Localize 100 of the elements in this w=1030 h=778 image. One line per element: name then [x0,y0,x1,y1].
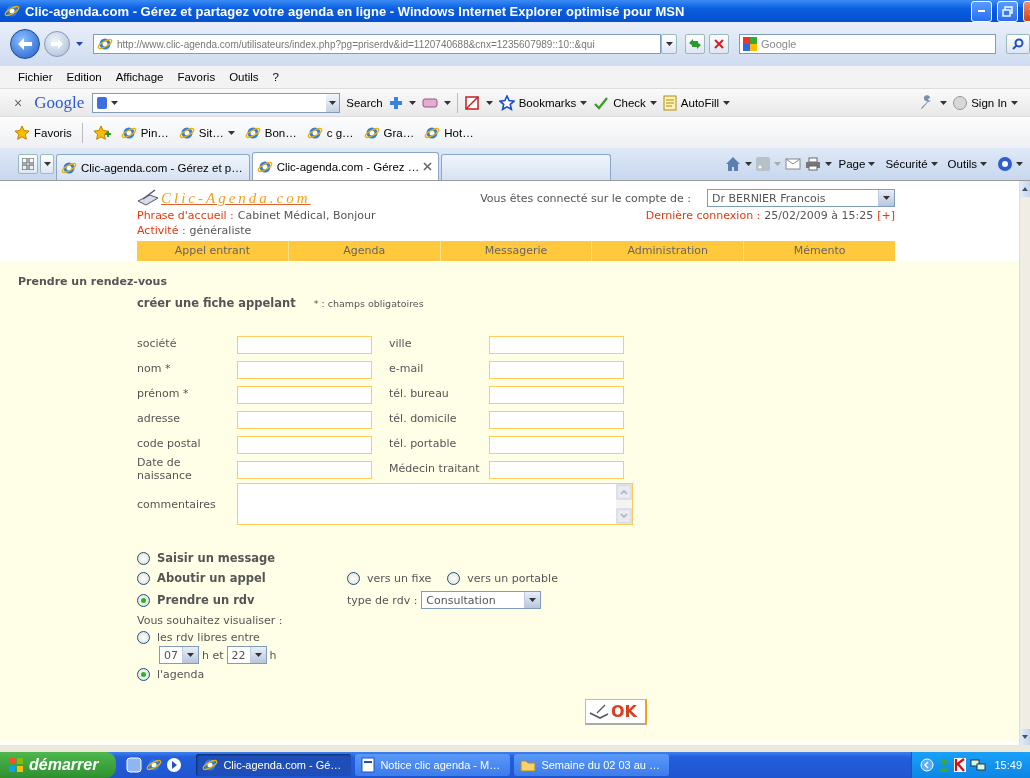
forward-button[interactable] [44,31,70,57]
appointment-type-select[interactable]: Consultation [421,591,542,609]
form-icon [662,94,677,111]
field-label: nom * [137,363,172,376]
favorite-link[interactable]: Bon… [244,124,297,141]
hour-select[interactable]: 22 [226,646,267,664]
radio-button[interactable] [137,631,150,644]
antivirus-icon[interactable] [954,758,967,772]
favorite-link[interactable]: Pin… [120,124,169,141]
blocker-icon [463,94,480,111]
menu-item[interactable]: Affichage [115,71,164,83]
input-field[interactable] [237,385,372,404]
radio-button[interactable] [137,668,150,681]
input-field[interactable] [489,385,624,404]
close-tab-icon [423,162,433,171]
ok-button[interactable]: OK [585,699,647,725]
toolbar-button[interactable]: Check [593,94,657,111]
caret-icon [824,162,832,166]
radio-button[interactable] [447,571,461,585]
radio-button[interactable] [347,571,360,585]
address-field[interactable]: http://www.clic-agenda.com/utilisateurs/index.php?pg=priserdv&id=1120740688&cnx=1235607989::10::&qui [93,34,661,54]
taskbar-button[interactable]: Clic-agenda.com - Gé… [196,754,352,776]
input-field[interactable] [237,460,372,479]
search-button[interactable]: Search [346,96,383,109]
menu-item[interactable]: ? [272,71,279,83]
caret-icon [868,162,876,166]
form-title: créer une fiche appelant [137,296,296,310]
input-field[interactable] [489,360,624,379]
menu-item[interactable]: Edition [66,71,102,83]
minimize-button[interactable] [971,0,992,22]
caret-icon [227,130,235,135]
last-login-text: 25/02/2009 à 15:25 [764,209,874,222]
caret-icon [940,100,948,105]
option-label: Aboutir un appel [157,571,266,585]
favorite-link[interactable]: Gra… [363,124,415,141]
caret-icon [1011,100,1018,105]
menu-item[interactable]: Outils [229,71,259,83]
input-field[interactable] [237,410,372,429]
quick-tabs-button[interactable] [18,154,38,174]
nav-item[interactable]: Appel entrant [137,241,288,261]
required-note: * : champs obligatoires [313,298,424,309]
quick-launch-icon[interactable] [126,757,143,773]
menu-item[interactable]: Fichier [18,71,53,83]
expand-tray-icon[interactable] [920,758,935,772]
toolbar-search-field[interactable] [92,92,341,113]
input-field[interactable] [489,335,624,354]
search-provider-icon [743,37,757,51]
caret-icon [665,42,673,46]
greeting-text: Cabinet Médical, Bonjour [237,209,376,222]
command-button[interactable]: Sécurité [882,158,941,170]
input-field[interactable] [237,360,372,379]
add-favorite-icon [92,124,111,141]
account-select[interactable]: Dr BERNIER Francois [707,189,895,207]
more-link[interactable]: [+] [877,209,895,222]
comments-field[interactable] [237,483,633,525]
command-button[interactable]: Outils [944,158,990,170]
input-field[interactable] [237,335,372,354]
input-field[interactable] [237,435,372,454]
toolbar-button[interactable]: Bookmarks [498,94,588,111]
browser-tab[interactable]: Clic-agenda.com - Gérez … [251,152,440,180]
back-button[interactable] [10,29,40,59]
hour-select[interactable]: 07 [159,646,199,664]
radio-button[interactable] [137,593,150,607]
toolbar-button[interactable]: AutoFill [662,94,731,111]
mail-icon [784,158,801,170]
media-player-icon[interactable] [166,757,183,773]
radio-button[interactable] [137,551,150,565]
input-field[interactable] [489,460,624,479]
restore-button[interactable] [997,0,1018,22]
caret-icon [111,100,119,105]
command-button[interactable]: Page [835,158,879,170]
search-button[interactable] [1006,34,1030,54]
option-label: vers un fixe [367,571,432,585]
favorite-link[interactable]: Sit… [178,124,235,141]
network-icon[interactable] [970,758,987,772]
favorite-link[interactable]: Hot… [424,124,474,141]
dropdown-button[interactable] [661,34,677,54]
windows-flag-icon [8,757,24,773]
search-field[interactable]: Google [739,34,996,54]
page-icon [202,757,219,773]
favorite-link[interactable]: c g… [306,124,354,141]
stop-button[interactable] [709,34,729,54]
caret-icon [43,162,51,166]
favorites-button[interactable]: Favoris [14,124,72,141]
document-icon [361,757,376,773]
browser-tab[interactable]: Clic-agenda.com - Gérez et p… [56,154,250,180]
field-label: ville [389,338,413,351]
input-field[interactable] [489,435,624,454]
option-label: l'agenda [157,668,205,681]
radio-button[interactable] [137,571,150,585]
caret-icon [723,100,731,105]
sign-in-button[interactable]: Sign In [953,95,1018,110]
field-label: Date de naissance [137,457,193,482]
menu-item[interactable]: Favoris [177,71,216,83]
tab-list-button[interactable] [40,154,54,174]
input-field[interactable] [489,410,624,429]
close-toolbar-button[interactable]: × [14,94,23,111]
refresh-button[interactable] [685,34,705,54]
pen-icon [589,703,609,720]
google-logo: Google [34,92,85,113]
